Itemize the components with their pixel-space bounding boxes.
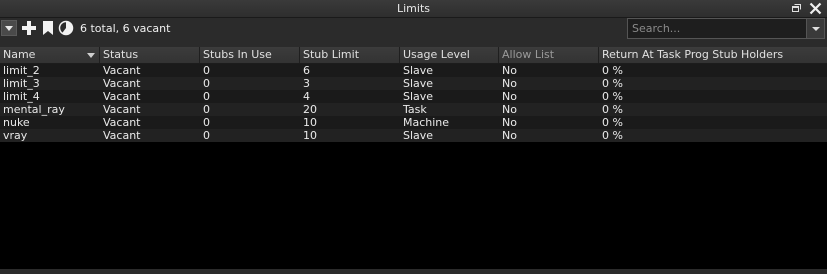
chevron-down-icon [812,27,820,31]
cell-stubs-in-use: 0 [203,116,210,129]
cell-return-at: 0 % [602,77,623,90]
cell-status: Vacant [103,116,141,129]
cell-usage-level: Machine [403,116,450,129]
cell-stub-limit: 3 [303,77,310,90]
toolbar: 6 total, 6 vacant [0,18,827,44]
cell-allow-list: No [502,103,517,116]
cell-name: nuke [3,116,30,129]
cell-return-at: 0 % [602,103,623,116]
cell-name: vray [3,129,28,142]
cell-name: limit_4 [3,90,40,103]
cell-stub-limit: 6 [303,64,310,77]
search-input[interactable] [628,19,806,38]
plus-icon[interactable] [21,20,37,36]
table-row[interactable]: vray Vacant 0 10 Slave No 0 % [0,129,827,142]
cell-usage-level: Task [403,103,427,116]
column-header-name[interactable]: Name [0,47,100,63]
cell-status: Vacant [103,77,141,90]
cell-allow-list: No [502,129,517,142]
cell-allow-list: No [502,64,517,77]
menu-dropdown-button[interactable] [1,20,17,36]
cell-status: Vacant [103,103,141,116]
cell-stub-limit: 10 [303,129,317,142]
cell-stubs-in-use: 0 [203,90,210,103]
cell-return-at: 0 % [602,116,623,129]
table-row[interactable]: nuke Vacant 0 10 Machine No 0 % [0,116,827,129]
limits-table: Name Status Stubs In Use Stub Limit Usag… [0,47,827,269]
pie-chart-icon[interactable] [58,20,74,36]
cell-usage-level: Slave [403,77,434,90]
cell-usage-level: Slave [403,129,434,142]
cell-stubs-in-use: 0 [203,64,210,77]
cell-status: Vacant [103,129,141,142]
table-header: Name Status Stubs In Use Stub Limit Usag… [0,47,827,64]
column-header-stub-limit[interactable]: Stub Limit [300,47,400,63]
cell-return-at: 0 % [602,90,623,103]
column-header-stubs-in-use[interactable]: Stubs In Use [200,47,300,63]
cell-allow-list: No [502,77,517,90]
table-row[interactable]: limit_3 Vacant 0 3 Slave No 0 % [0,77,827,90]
window-title: Limits [397,2,430,15]
cell-stub-limit: 20 [303,103,317,116]
cell-allow-list: No [502,116,517,129]
cell-status: Vacant [103,64,141,77]
cell-name: limit_2 [3,64,40,77]
cell-return-at: 0 % [602,64,623,77]
search-box [627,18,825,39]
column-header-return-at[interactable]: Return At Task Prog Stub Holders [599,47,827,63]
table-row[interactable]: limit_4 Vacant 0 4 Slave No 0 % [0,90,827,103]
table-row[interactable]: limit_2 Vacant 0 6 Slave No 0 % [0,64,827,77]
bookmark-icon[interactable] [40,20,56,36]
column-header-status[interactable]: Status [100,47,200,63]
cell-name: mental_ray [3,103,65,116]
sort-arrow-icon [87,53,95,58]
limits-panel: Limits 6 total, 6 vacant Search... Name … [0,0,827,274]
cell-stubs-in-use: 0 [203,129,210,142]
chevron-down-icon [5,26,13,31]
cell-return-at: 0 % [602,129,623,142]
cell-name: limit_3 [3,77,40,90]
column-header-usage-level[interactable]: Usage Level [400,47,499,63]
table-row[interactable]: mental_ray Vacant 0 20 Task No 0 % [0,103,827,116]
window-restore-icon[interactable] [792,4,801,12]
cell-stubs-in-use: 0 [203,77,210,90]
bottom-border [0,269,827,274]
cell-usage-level: Slave [403,64,434,77]
cell-status: Vacant [103,90,141,103]
title-bar[interactable]: Limits [0,0,827,18]
column-header-allow-list[interactable]: Allow List [499,47,599,63]
cell-stub-limit: 10 [303,116,317,129]
close-icon[interactable] [808,1,823,16]
cell-stubs-in-use: 0 [203,103,210,116]
limits-summary: 6 total, 6 vacant [80,22,171,35]
cell-stub-limit: 4 [303,90,310,103]
search-dropdown-button[interactable] [806,19,824,38]
cell-usage-level: Slave [403,90,434,103]
cell-allow-list: No [502,90,517,103]
